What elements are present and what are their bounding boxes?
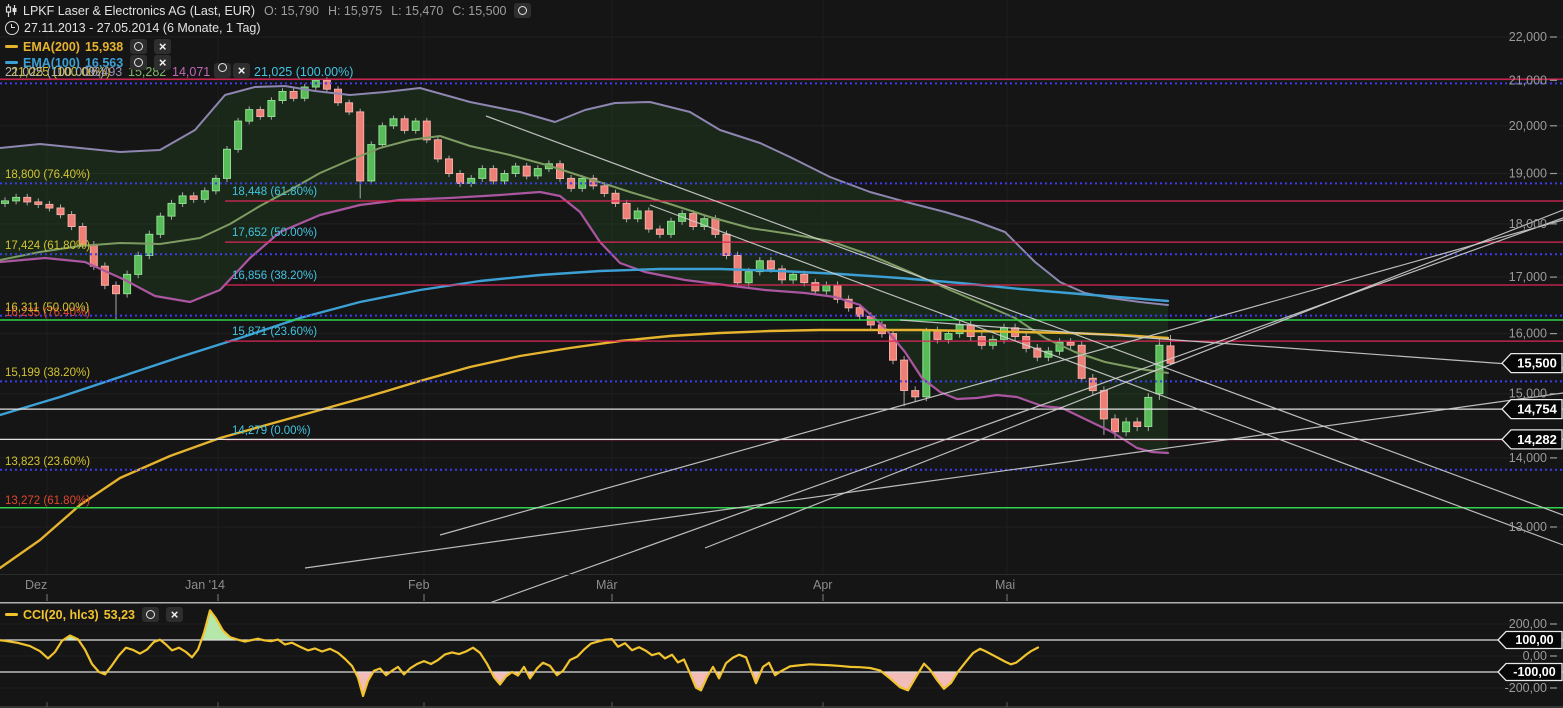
cci-badge: 100,00 bbox=[1498, 632, 1562, 649]
ema200-color-swatch-icon bbox=[5, 45, 18, 48]
ema200-value: 15,938 bbox=[85, 40, 123, 54]
price-tick-label: 13,000 bbox=[1509, 520, 1547, 534]
svg-text:15,500: 15,500 bbox=[1517, 356, 1557, 371]
ema100-visibility-toggle-icon[interactable] bbox=[130, 55, 147, 70]
fib-yellow-label: 18,800 (76.40%) bbox=[5, 169, 90, 181]
fib-green-label: 13,272 (61.80%) bbox=[5, 495, 90, 507]
fib-cyan-label: 14,279 (0.00%) bbox=[232, 425, 311, 437]
cci-color-swatch-icon bbox=[5, 613, 18, 616]
price-badge: 14,754 bbox=[1502, 400, 1562, 419]
symbol-legend-row: LPKF Laser & Electronics AG (Last, EUR) … bbox=[5, 3, 531, 18]
price-tick-label: 18,000 bbox=[1509, 217, 1547, 231]
fib-close-icon[interactable]: × bbox=[233, 63, 250, 78]
ema200-visibility-toggle-icon[interactable] bbox=[130, 39, 147, 54]
price-tick-label: 15,000 bbox=[1509, 387, 1547, 401]
price-tick-label: 16,000 bbox=[1509, 327, 1547, 341]
ema100-value: 16,563 bbox=[85, 56, 123, 70]
fib-cyan-label: 16,856 (38.20%) bbox=[232, 270, 317, 282]
fib-yellow-label: 15,199 (38.20%) bbox=[5, 367, 90, 379]
cci-panel-area[interactable]: 200,00 0,00 -200,00 100,00 -100,00 bbox=[0, 602, 1563, 708]
time-axis[interactable]: Dez Jan '14 Feb Mär Apr Mai bbox=[25, 578, 1015, 601]
series-type-icon bbox=[5, 4, 18, 17]
svg-text:14,282: 14,282 bbox=[1517, 432, 1557, 447]
series-visibility-toggle-icon[interactable] bbox=[514, 3, 531, 18]
range-legend-row: 27.11.2013 - 27.05.2014 (6 Monate, 1 Tag… bbox=[5, 21, 261, 35]
fib-cyan-100pct-label: 21,025 (100.00%) bbox=[254, 65, 353, 79]
charting-application: 22,000 21,000 20,000 19,000 18,000 17,000 16,0… bbox=[0, 0, 1563, 708]
ema100-color-swatch-icon bbox=[5, 61, 18, 64]
month-tick-label: Feb bbox=[408, 578, 430, 592]
svg-text:100,00: 100,00 bbox=[1515, 633, 1553, 647]
symbol-title: LPKF Laser & Electronics AG (Last, EUR) bbox=[23, 4, 255, 18]
ema200-legend-row: EMA(200) 15,938 × bbox=[5, 39, 171, 54]
cci-line bbox=[0, 610, 1038, 696]
clock-icon bbox=[5, 21, 19, 35]
cci-tick-label: 200,00 bbox=[1509, 617, 1547, 631]
fib-yellow-label: 16,311 (50.00%) bbox=[5, 302, 89, 314]
cci-tick-label: 0,00 bbox=[1523, 649, 1547, 663]
cci-fill-below bbox=[0, 610, 1038, 696]
svg-text:-100,00: -100,00 bbox=[1513, 665, 1555, 679]
ohlc-close: C: 15,500 bbox=[452, 4, 506, 18]
month-tick-label: Mär bbox=[596, 578, 618, 592]
price-chart-area[interactable]: 22,000 21,000 20,000 19,000 18,000 17,000 16,0… bbox=[0, 0, 1563, 602]
date-range-label: 27.11.2013 - 27.05.2014 (6 Monate, 1 Tag… bbox=[24, 21, 261, 35]
ohlc-open: O: 15,790 bbox=[264, 4, 319, 18]
price-badge: 15,500 bbox=[1502, 354, 1562, 373]
fib-cyan-label: 18,448 (61.80%) bbox=[232, 186, 317, 198]
svg-text:14,754: 14,754 bbox=[1517, 402, 1558, 417]
cci-label: CCI(20, hlc3) bbox=[23, 608, 99, 622]
cci-legend-row: CCI(20, hlc3) 53,23 × bbox=[5, 607, 183, 622]
month-tick-label: Mai bbox=[995, 578, 1015, 592]
cci-grid bbox=[0, 624, 1563, 688]
cci-badge: -100,00 bbox=[1498, 664, 1562, 681]
cci-close-icon[interactable]: × bbox=[166, 607, 183, 622]
month-tick-label: Jan '14 bbox=[185, 578, 225, 592]
fib-yellow-label: 17,424 (61.80%) bbox=[5, 240, 90, 252]
ema100-close-icon[interactable]: × bbox=[154, 55, 171, 70]
fib-visibility-toggle-icon[interactable] bbox=[214, 63, 231, 78]
month-tick-label: Dez bbox=[25, 578, 47, 592]
price-tick-label: 20,000 bbox=[1509, 119, 1547, 133]
price-tick-label: 21,000 bbox=[1509, 73, 1547, 87]
fib-cyan-label: 17,652 (50.00%) bbox=[232, 227, 317, 239]
price-tick-label: 19,000 bbox=[1509, 167, 1547, 181]
price-tick-label: 22,000 bbox=[1509, 30, 1547, 44]
fib-green-lines[interactable] bbox=[0, 320, 1563, 508]
bollinger-lower-value: 14,071 bbox=[172, 65, 210, 79]
fib-yellow-label: 13,823 (23.60%) bbox=[5, 456, 90, 468]
ema100-legend-row: EMA(100) 16,563 × bbox=[5, 55, 171, 70]
price-tick-label: 14,000 bbox=[1509, 451, 1547, 465]
cci-fill-above bbox=[0, 610, 1038, 696]
ema100-label: EMA(100) bbox=[23, 56, 80, 70]
cci-tick-label: -200,00 bbox=[1505, 681, 1547, 695]
ema200-label: EMA(200) bbox=[23, 40, 80, 54]
price-badge: 14,282 bbox=[1502, 430, 1562, 449]
ohlc-high: H: 15,975 bbox=[328, 4, 382, 18]
month-tick-label: Apr bbox=[813, 578, 832, 592]
price-tick-label: 17,000 bbox=[1509, 270, 1547, 284]
fib-cyan-label: 15,871 (23.60%) bbox=[232, 326, 317, 338]
cci-visibility-toggle-icon[interactable] bbox=[142, 607, 159, 622]
ohlc-low: L: 15,470 bbox=[391, 4, 443, 18]
ema200-close-icon[interactable]: × bbox=[154, 39, 171, 54]
cci-value: 53,23 bbox=[104, 608, 135, 622]
